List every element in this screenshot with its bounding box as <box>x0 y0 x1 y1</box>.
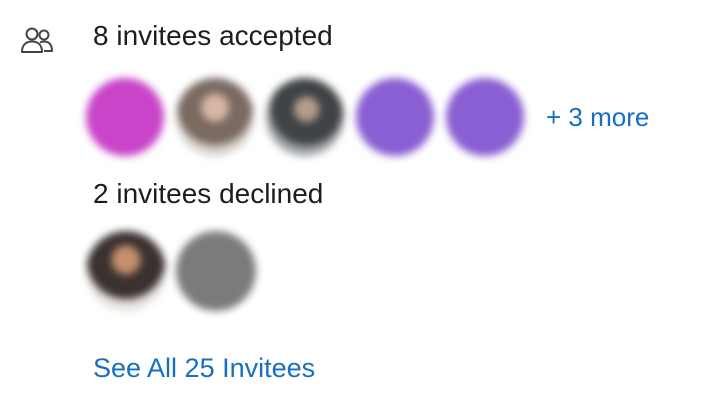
avatar[interactable] <box>176 231 256 311</box>
declined-avatars <box>86 231 266 311</box>
avatar[interactable] <box>266 78 344 156</box>
accepted-heading: 8 invitees accepted <box>93 20 333 51</box>
avatar[interactable] <box>446 78 524 156</box>
see-all-invitees-link[interactable]: See All 25 Invitees <box>93 353 315 384</box>
avatar[interactable] <box>86 78 164 156</box>
people-icon <box>20 26 54 56</box>
more-invitees-link[interactable]: + 3 more <box>546 102 649 133</box>
avatar[interactable] <box>86 231 166 311</box>
avatar[interactable] <box>356 78 434 156</box>
declined-heading: 2 invitees declined <box>93 178 324 209</box>
accepted-avatars: + 3 more <box>86 78 649 156</box>
avatar[interactable] <box>176 78 254 156</box>
